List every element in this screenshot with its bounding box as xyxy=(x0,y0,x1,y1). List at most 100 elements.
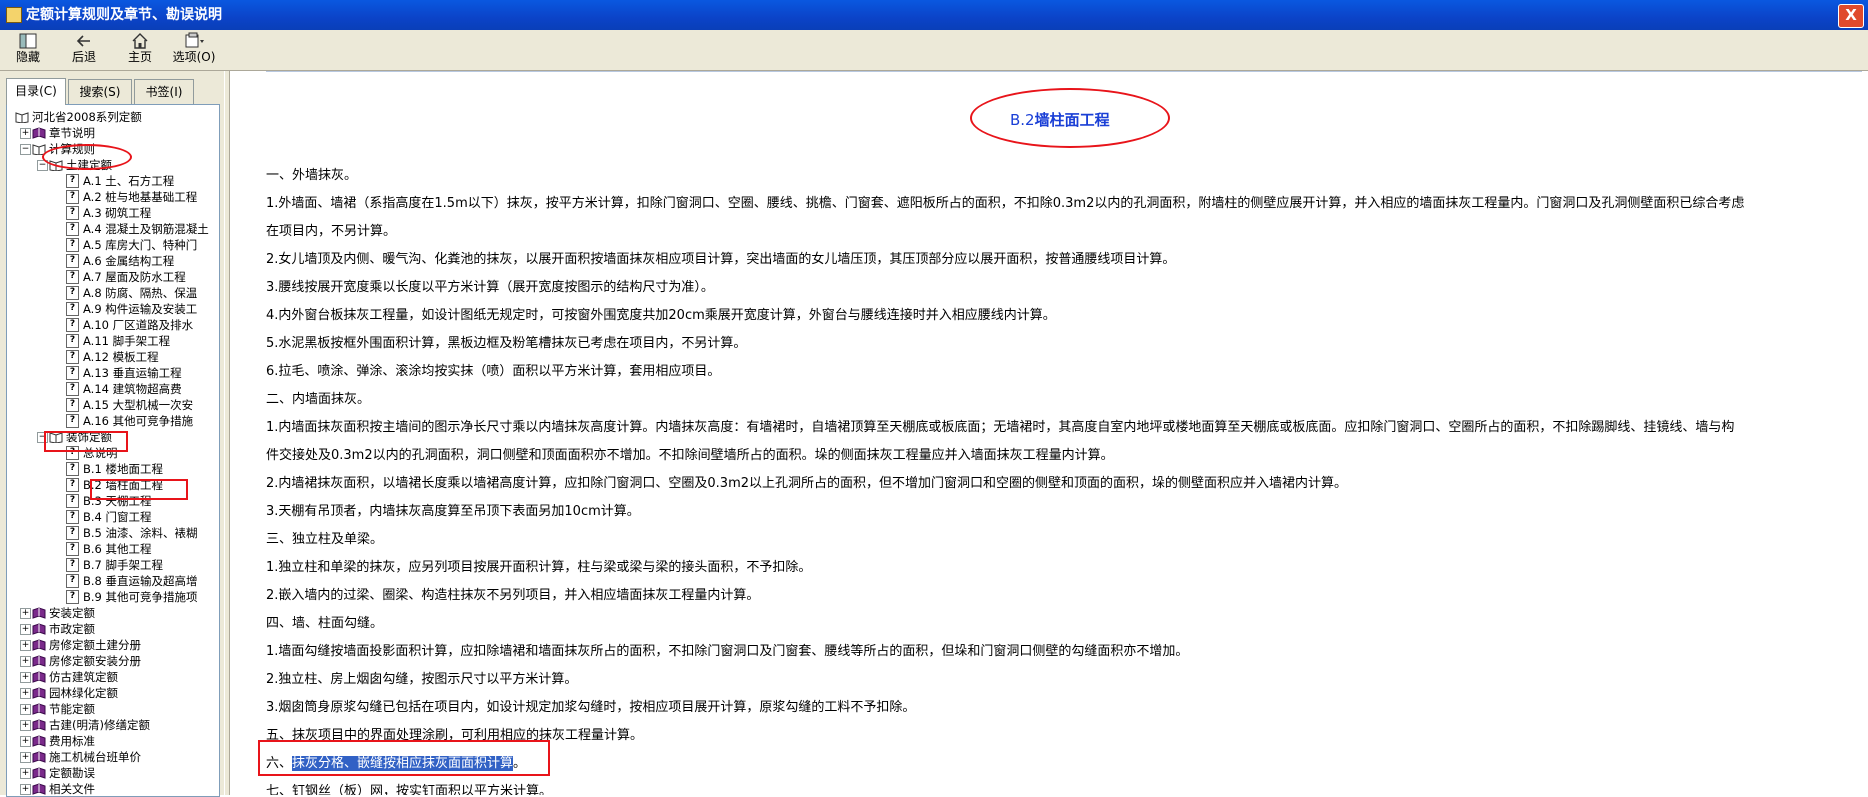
tree-item-label: A.14 建筑物超高费 xyxy=(83,382,182,396)
home-label: 主页 xyxy=(127,50,152,64)
help-page-icon: ? xyxy=(66,526,79,540)
expand-icon[interactable]: + xyxy=(20,672,31,683)
tree-item[interactable]: ? B.9 其他可竞争措施项 xyxy=(7,589,219,605)
tree-item[interactable]: ? A.15 大型机械一次安 xyxy=(7,397,219,413)
tree-item-label: 河北省2008系列定额 xyxy=(32,110,142,124)
back-button[interactable]: 后退 xyxy=(66,32,102,68)
tree-item[interactable]: ? B.8 垂直运输及超高增 xyxy=(7,573,219,589)
expand-icon[interactable]: + xyxy=(20,656,31,667)
tree-item[interactable]: ? B.7 脚手架工程 xyxy=(7,557,219,573)
tree-item-label: 房修定额土建分册 xyxy=(49,638,141,652)
tree-item[interactable]: ? A.1 土、石方工程 xyxy=(7,173,219,189)
paragraph: 1.内墙面抹灰面积按主墙间的图示净长尺寸乘以内墙抹灰高度计算。内墙抹灰高度：有墙… xyxy=(266,420,1735,435)
tree-item[interactable]: ? A.6 金属结构工程 xyxy=(7,253,219,269)
tree-item-label: A.12 模板工程 xyxy=(83,350,159,364)
tree-item[interactable]: + 章节说明 xyxy=(7,125,219,141)
hide-button[interactable]: 隐藏 xyxy=(10,32,46,68)
tree-item[interactable]: ? A.4 混凝土及钢筋混凝土 xyxy=(7,221,219,237)
tree-item[interactable]: ? A.3 砌筑工程 xyxy=(7,205,219,221)
expand-icon[interactable]: + xyxy=(20,752,31,763)
tree-item[interactable]: ? A.8 防腐、隔热、保温 xyxy=(7,285,219,301)
tree-item[interactable]: ? B.5 油漆、涂料、裱糊 xyxy=(7,525,219,541)
tree-item[interactable]: ? B.1 楼地面工程 xyxy=(7,461,219,477)
options-button[interactable]: 选项(O) xyxy=(170,32,218,68)
help-page-icon: ? xyxy=(66,366,79,380)
closed-book-icon xyxy=(32,655,46,667)
app-icon xyxy=(6,7,22,23)
expand-icon[interactable]: + xyxy=(20,688,31,699)
tree-item[interactable]: + 市政定额 xyxy=(7,621,219,637)
hide-icon xyxy=(19,33,37,49)
paragraph: 3.天棚有吊顶者，内墙抹灰高度算至吊顶下表面另加10cm计算。 xyxy=(266,504,640,519)
tree-item[interactable]: ? B.6 其他工程 xyxy=(7,541,219,557)
help-page-icon: ? xyxy=(66,558,79,572)
tree-item-label: 古建(明清)修缮定额 xyxy=(49,718,150,732)
tree-item[interactable]: + 房修定额土建分册 xyxy=(7,637,219,653)
back-label: 后退 xyxy=(71,50,96,64)
closed-book-icon xyxy=(32,751,46,763)
tree-item[interactable]: ? A.14 建筑物超高费 xyxy=(7,381,219,397)
expand-icon[interactable]: + xyxy=(20,704,31,715)
paragraph: 2.独立柱、房上烟囱勾缝，按图示尺寸以平方米计算。 xyxy=(266,672,578,687)
tree-item[interactable]: ? B.4 门窗工程 xyxy=(7,509,219,525)
tree-item[interactable]: ? A.7 屋面及防水工程 xyxy=(7,269,219,285)
help-page-icon: ? xyxy=(66,238,79,252)
expand-icon[interactable]: + xyxy=(20,720,31,731)
tree-item[interactable]: ? A.12 模板工程 xyxy=(7,349,219,365)
paragraph: 一、外墙抹灰。 xyxy=(266,168,358,183)
tree-item[interactable]: ? A.9 构件运输及安装工 xyxy=(7,301,219,317)
paragraph: 2.嵌入墙内的过梁、圈梁、构造柱抹灰不另列项目，并入相应墙面抹灰工程量内计算。 xyxy=(266,588,760,603)
paragraph: 件交接处及0.3m2以内的孔洞面积，洞口侧壁和顶面面积亦不增加。不扣除间壁墙所占… xyxy=(266,448,1114,463)
tree-item[interactable]: ? A.11 脚手架工程 xyxy=(7,333,219,349)
tree-item[interactable]: + 定额勘误 xyxy=(7,765,219,781)
expand-icon[interactable]: + xyxy=(20,784,31,795)
tree-item[interactable]: 河北省2008系列定额 xyxy=(7,109,219,125)
paragraph: 二、内墙面抹灰。 xyxy=(266,392,371,407)
tree-item-label: A.13 垂直运输工程 xyxy=(83,366,182,380)
tree-item[interactable]: ? A.13 垂直运输工程 xyxy=(7,365,219,381)
tab-contents[interactable]: 目录(C) xyxy=(6,78,66,105)
closed-book-icon xyxy=(32,671,46,683)
expand-icon[interactable]: + xyxy=(20,624,31,635)
tree-item[interactable]: + 费用标准 xyxy=(7,733,219,749)
tree-item[interactable]: + 仿古建筑定额 xyxy=(7,669,219,685)
tree-item-label: A.7 屋面及防水工程 xyxy=(83,270,186,284)
home-button[interactable]: 主页 xyxy=(122,32,158,68)
help-page-icon: ? xyxy=(66,222,79,236)
closed-book-icon xyxy=(32,703,46,715)
options-icon xyxy=(185,32,204,48)
expand-icon[interactable]: + xyxy=(20,768,31,779)
tree-item[interactable]: + 施工机械台班单价 xyxy=(7,749,219,765)
expand-icon[interactable]: + xyxy=(20,128,31,139)
expand-icon[interactable]: + xyxy=(20,608,31,619)
paragraph: 1.墙面勾缝按墙面投影面积计算，应扣除墙裙和墙面抹灰所占的面积，不扣除门窗洞口及… xyxy=(266,644,1189,659)
expand-icon[interactable]: + xyxy=(20,736,31,747)
tree-item[interactable]: + 园林绿化定额 xyxy=(7,685,219,701)
tree-item-label: B.4 门窗工程 xyxy=(83,510,152,524)
help-page-icon: ? xyxy=(66,350,79,364)
paragraph: 4.内外窗台板抹灰工程量，如设计图纸无规定时，可按窗外围宽度共加20cm乘展开宽… xyxy=(266,308,1056,323)
tab-bookmarks[interactable]: 书签(I) xyxy=(134,79,194,104)
content-top-rule xyxy=(266,71,1862,72)
help-page-icon: ? xyxy=(66,542,79,556)
tree-item-label: 章节说明 xyxy=(49,126,95,140)
closed-book-icon xyxy=(32,735,46,747)
help-page-icon: ? xyxy=(66,190,79,204)
tree-item[interactable]: + 房修定额安装分册 xyxy=(7,653,219,669)
tree-item[interactable]: ? A.2 桩与地基基础工程 xyxy=(7,189,219,205)
tree-item[interactable]: ? A.16 其他可竞争措施 xyxy=(7,413,219,429)
tab-search[interactable]: 搜索(S) xyxy=(68,79,132,104)
help-page-icon: ? xyxy=(66,494,79,508)
help-page-icon: ? xyxy=(66,254,79,268)
tree-item[interactable]: ? A.5 库房大门、特种门 xyxy=(7,237,219,253)
expand-icon[interactable]: + xyxy=(20,640,31,651)
collapse-icon[interactable]: − xyxy=(20,144,31,155)
tree-item[interactable]: + 古建(明清)修缮定额 xyxy=(7,717,219,733)
tree-item[interactable]: + 安装定额 xyxy=(7,605,219,621)
tree-item-label: 安装定额 xyxy=(49,606,95,620)
tree-item[interactable]: + 节能定额 xyxy=(7,701,219,717)
paragraph: 5.水泥黑板按框外围面积计算，黑板边框及粉笔槽抹灰已考虑在项目内，不另计算。 xyxy=(266,336,747,351)
tree-item[interactable]: ? A.10 厂区道路及排水 xyxy=(7,317,219,333)
close-button[interactable]: X xyxy=(1838,4,1864,28)
paragraph: 1.独立柱和单梁的抹灰，应另列项目按展开面积计算，柱与梁或梁与梁的接头面积，不予… xyxy=(266,560,812,575)
